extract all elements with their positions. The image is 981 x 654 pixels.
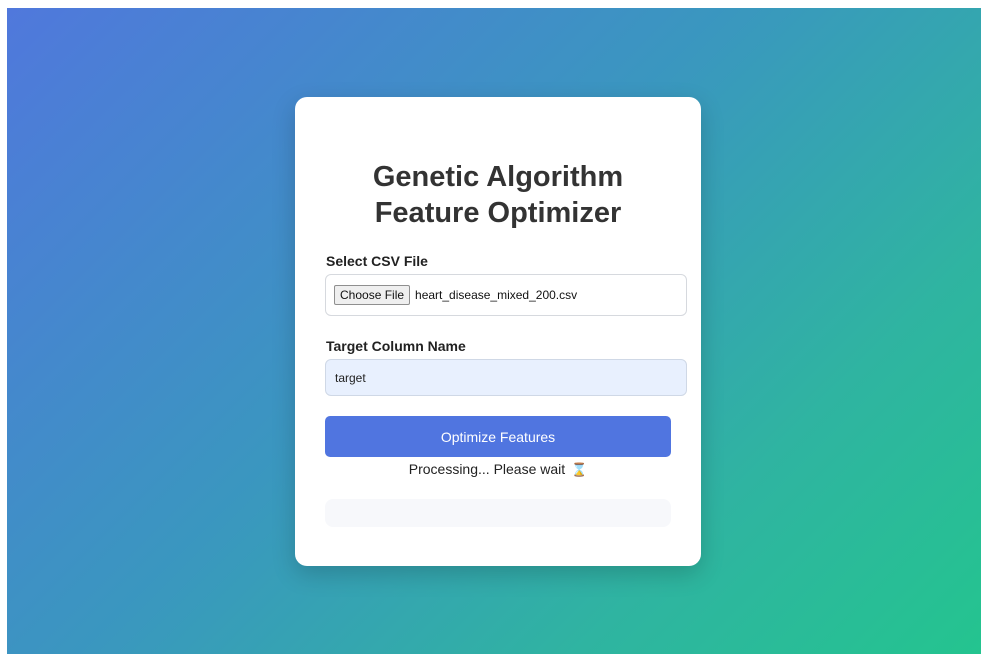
target-column-input[interactable] (325, 359, 687, 396)
hourglass-icon: ⌛ (571, 462, 588, 477)
optimizer-card: Genetic Algorithm Feature Optimizer Sele… (295, 97, 701, 566)
target-column-label: Target Column Name (326, 338, 466, 354)
file-label: Select CSV File (326, 253, 428, 269)
result-panel (325, 499, 671, 527)
selected-file-name: heart_disease_mixed_200.csv (415, 288, 578, 302)
page-title: Genetic Algorithm Feature Optimizer (372, 161, 624, 229)
optimize-features-button[interactable]: Optimize Features (325, 416, 671, 457)
file-input[interactable]: Choose File heart_disease_mixed_200.csv (325, 274, 687, 316)
status-message: Processing... Please wait ⌛ (325, 461, 671, 478)
choose-file-button[interactable]: Choose File (334, 285, 411, 305)
status-text: Processing... Please wait (408, 461, 566, 477)
page-background: Genetic Algorithm Feature Optimizer Sele… (7, 8, 981, 654)
